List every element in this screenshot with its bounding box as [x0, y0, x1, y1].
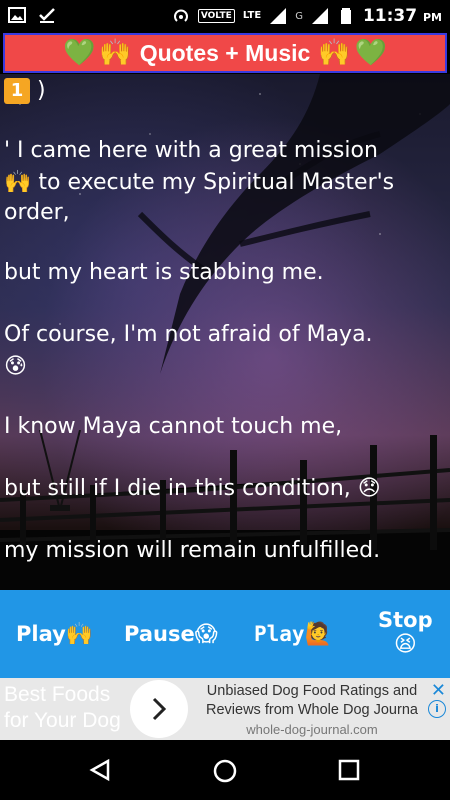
- ad-description-line-2: Reviews from Whole Dog Journa: [206, 702, 418, 718]
- quote-number: 1 ): [4, 76, 46, 106]
- raised-hands-icon-right: 🙌: [318, 38, 351, 68]
- home-icon[interactable]: [212, 758, 238, 784]
- system-nav-bar: [0, 740, 450, 800]
- hotspot-icon: [173, 9, 188, 22]
- download-done-icon: [39, 8, 55, 23]
- stop-button-label: Stop: [378, 608, 433, 632]
- status-bar: VOLTE LTE G 11:37 PM: [0, 0, 450, 32]
- app-title-bar: 💚 🙌 Quotes + Music 🙌 💚: [3, 33, 447, 73]
- lte-label: LTE: [242, 10, 262, 21]
- pause-button-label: Pause: [124, 622, 195, 646]
- fence-silhouette: [0, 430, 450, 590]
- green-heart-icon: 💚: [62, 38, 96, 68]
- sad-face-icon: 😞: [357, 476, 381, 501]
- image-icon: [8, 7, 26, 23]
- quote-line-8: my mission will remain unfulfilled.: [4, 538, 381, 563]
- ad-banner[interactable]: Best Foods for Your Dog Unbiased Dog Foo…: [0, 678, 450, 740]
- quote-line-2-text: to execute my Spiritual Master's: [38, 170, 395, 195]
- quote-line-7-text: but still if I die in this condition,: [4, 476, 351, 501]
- music-controls: Play🙌 Pause😱 Play🙋 Stop 😫: [0, 590, 450, 678]
- number-badge: 1: [4, 78, 30, 104]
- signal-icon-2: [311, 8, 328, 24]
- number-suffix: ): [37, 78, 46, 103]
- play-alt-button-label: Play: [254, 622, 305, 646]
- raising-hand-icon: 🙋: [304, 622, 332, 647]
- raised-hands-icon: 🙌: [4, 170, 32, 195]
- quote-line-6: I know Maya cannot touch me,: [4, 414, 343, 439]
- play-alt-button[interactable]: Play🙋: [254, 622, 332, 647]
- stop-button[interactable]: Stop 😫: [378, 608, 433, 657]
- ad-headline-line-2: for Your Dog: [4, 709, 121, 732]
- quote-line-5: Of course, I'm not afraid of Maya.: [4, 322, 373, 347]
- volte-badge: VOLTE: [197, 9, 235, 23]
- back-icon[interactable]: [88, 758, 112, 782]
- ad-domain: whole-dog-journal.com: [246, 722, 378, 737]
- raised-hands-icon: 🙌: [65, 622, 94, 647]
- ad-description: Unbiased Dog Food Ratings and Reviews fr…: [196, 682, 428, 739]
- quote-line-4: but my heart is stabbing me.: [4, 260, 324, 285]
- quote-line-1: ' I came here with a great mission: [4, 138, 378, 163]
- pause-button[interactable]: Pause😱: [124, 622, 218, 647]
- ad-description-line-1: Unbiased Dog Food Ratings and: [206, 683, 418, 699]
- raised-hands-icon: 🙌: [99, 38, 132, 68]
- quote-line-7: but still if I die in this condition, 😞: [4, 474, 381, 504]
- g-label: G: [295, 10, 303, 22]
- ad-headline: Best Foods for Your Dog: [4, 682, 121, 734]
- clock: 11:37 PM: [362, 6, 442, 26]
- green-heart-icon-right: 💚: [354, 38, 388, 68]
- info-icon[interactable]: i: [428, 700, 446, 718]
- ad-headline-line-1: Best Foods: [4, 683, 111, 706]
- quote-area: 1 ) ' I came here with a great mission 🙌…: [0, 74, 450, 590]
- recents-icon[interactable]: [338, 759, 360, 781]
- quote-line-3: order,: [4, 200, 70, 225]
- fearful-face-icon: 😰: [4, 354, 27, 379]
- play-button[interactable]: Play🙌: [16, 622, 93, 647]
- signal-icon: [270, 8, 287, 24]
- weary-face-icon: 😫: [393, 632, 417, 657]
- screaming-face-icon: 😱: [194, 622, 218, 647]
- chevron-right-icon: [152, 697, 167, 721]
- battery-icon: [340, 8, 351, 24]
- close-icon[interactable]: ✕: [431, 680, 446, 701]
- quote-line-2: 🙌 to execute my Spiritual Master's: [4, 168, 394, 198]
- ad-arrow-button[interactable]: [130, 680, 188, 738]
- play-button-label: Play: [16, 622, 66, 646]
- app-title: Quotes + Music: [139, 39, 311, 66]
